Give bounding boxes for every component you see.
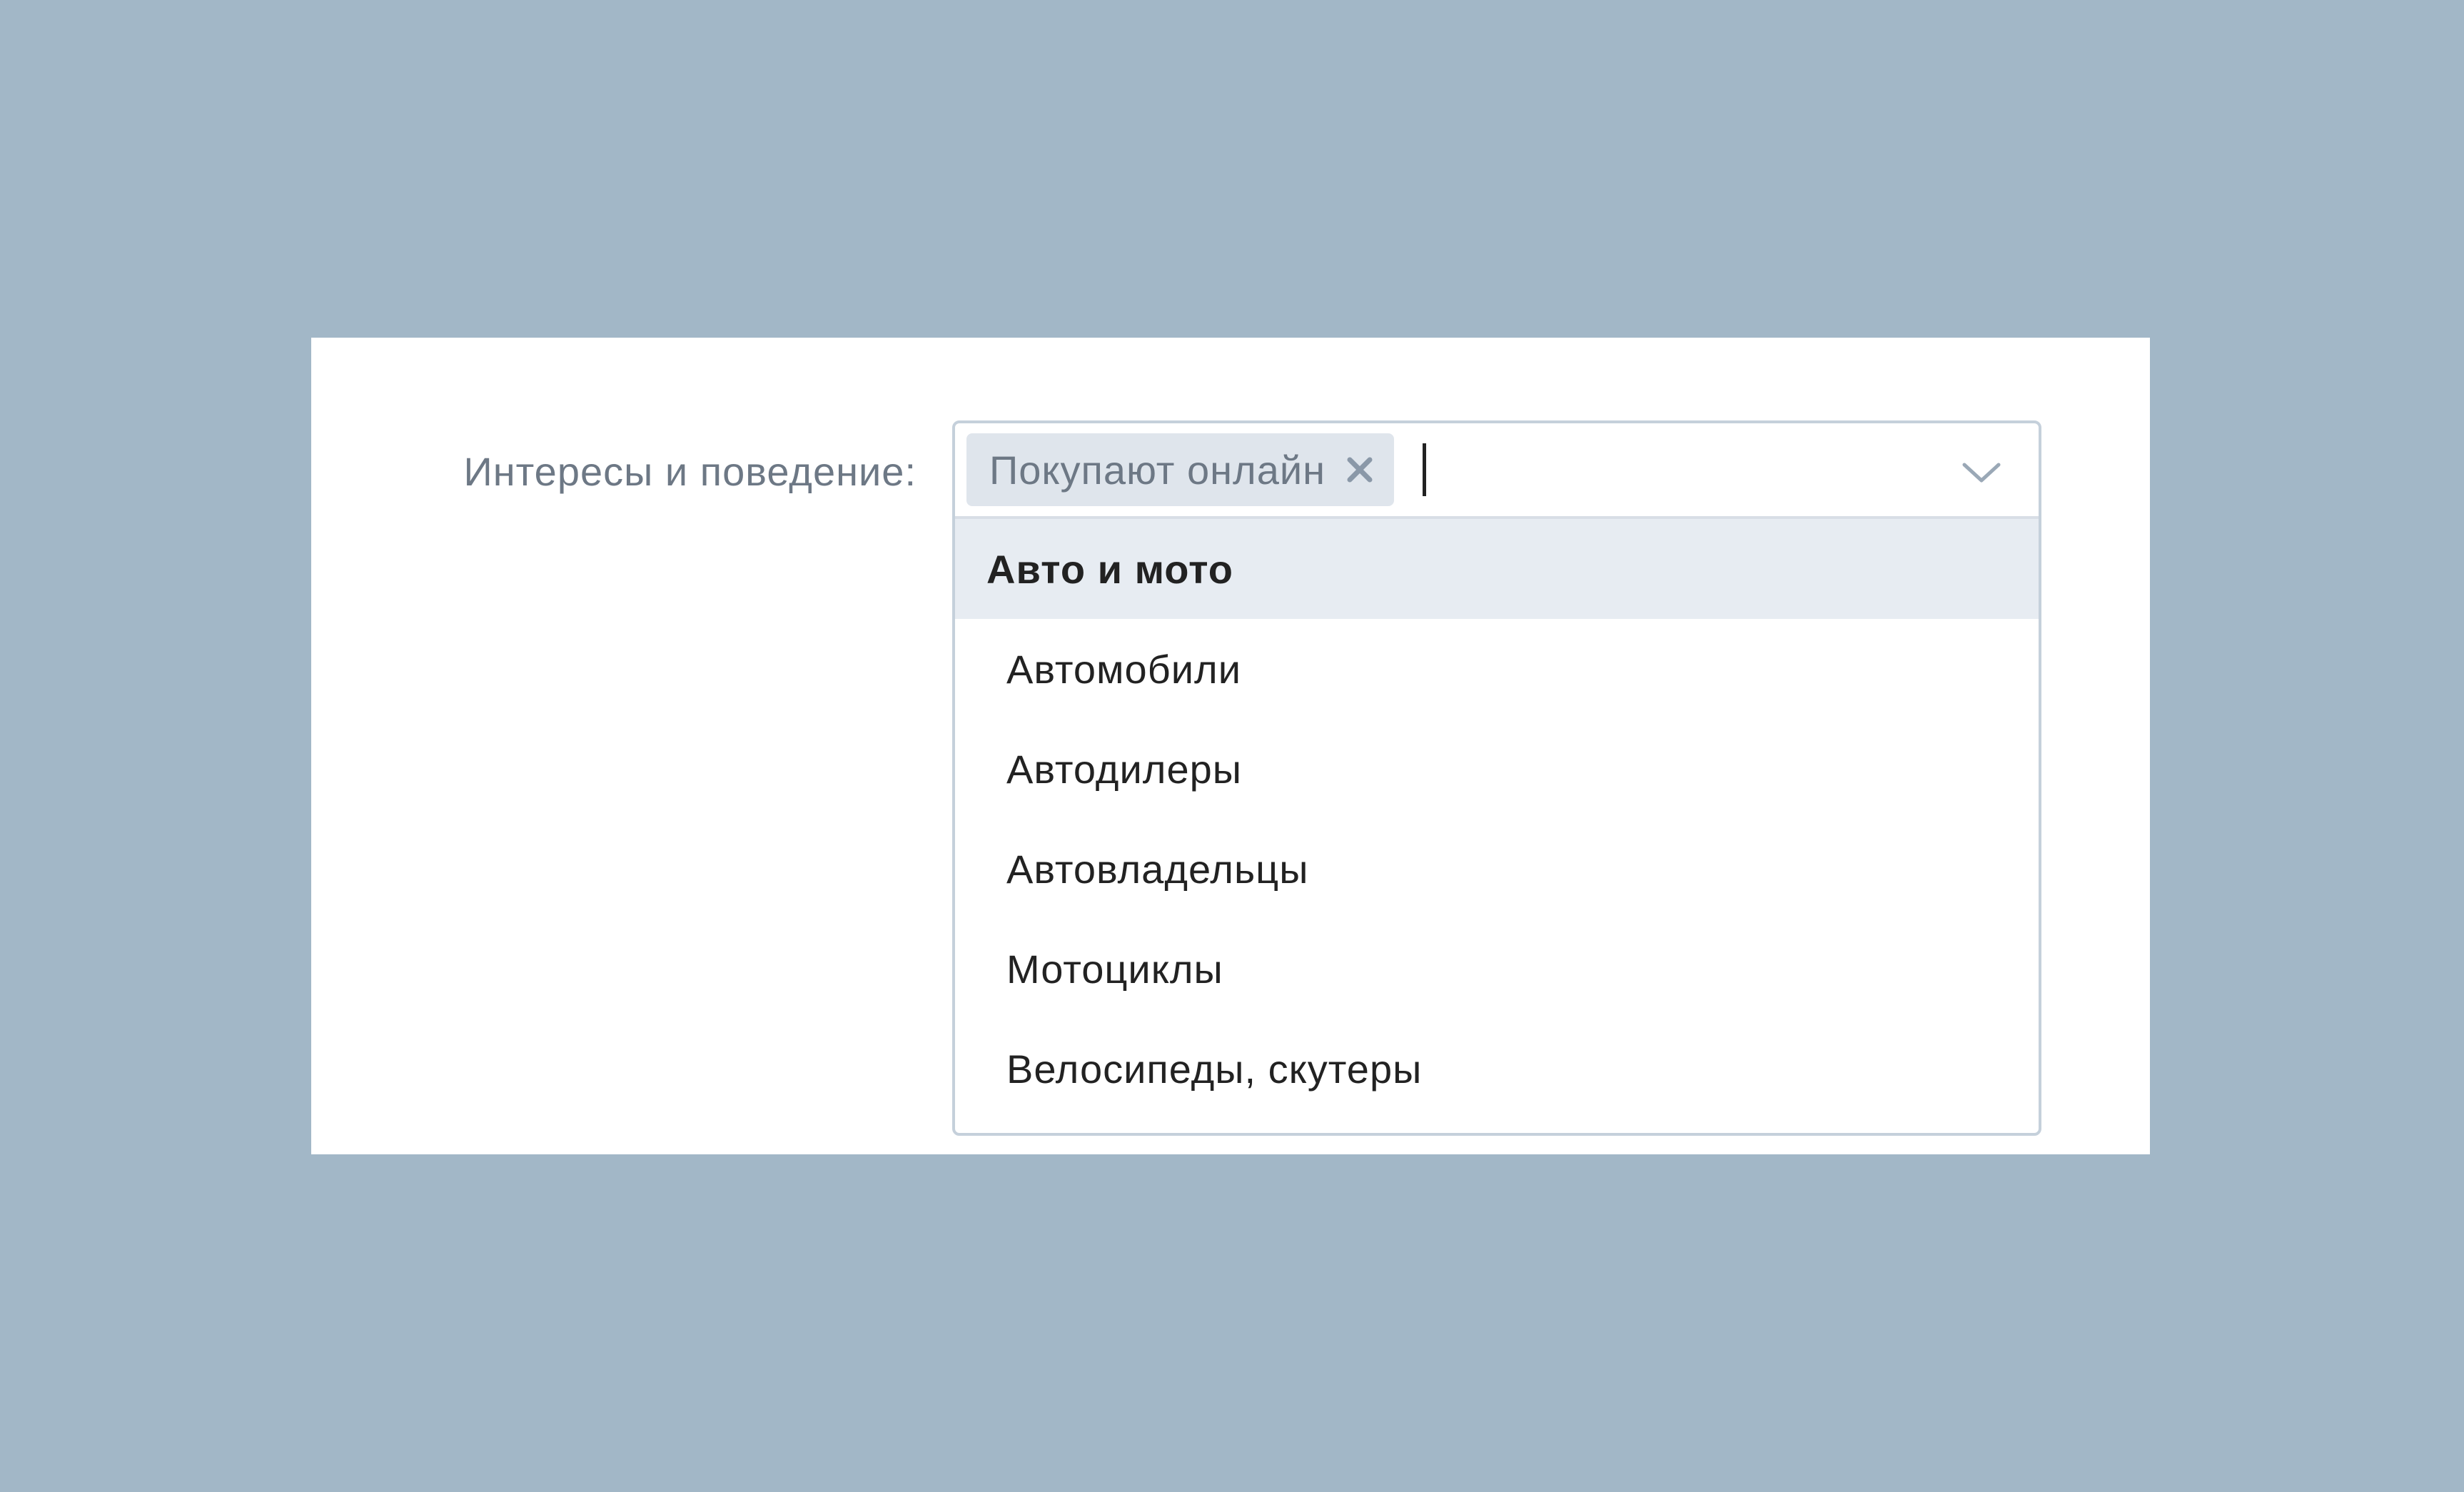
selected-chip: Покупают онлайн — [966, 433, 1395, 506]
chip-label: Покупают онлайн — [989, 447, 1326, 493]
dropdown-options-list: Авто и мото Автомобили Автодилеры Автовл… — [955, 519, 2039, 1119]
form-card: Интересы и поведение: Покупают онлайн Ав… — [311, 338, 2150, 1154]
chevron-down-icon[interactable] — [1959, 449, 2004, 495]
option-group-header: Авто и мото — [955, 519, 2039, 619]
interests-field-label: Интересы и поведение: — [463, 449, 917, 494]
option-item[interactable]: Велосипеды, скутеры — [955, 1019, 2039, 1119]
multiselect-input-row[interactable]: Покупают онлайн — [955, 423, 2039, 519]
text-caret — [1423, 443, 1426, 496]
option-item[interactable]: Мотоциклы — [955, 919, 2039, 1019]
option-item[interactable]: Автовладельцы — [955, 819, 2039, 919]
interests-multiselect[interactable]: Покупают онлайн Авто и мото Автомобили А… — [952, 420, 2041, 1136]
close-icon[interactable] — [1343, 453, 1377, 487]
option-item[interactable]: Автодилеры — [955, 719, 2039, 819]
option-item[interactable]: Автомобили — [955, 619, 2039, 719]
